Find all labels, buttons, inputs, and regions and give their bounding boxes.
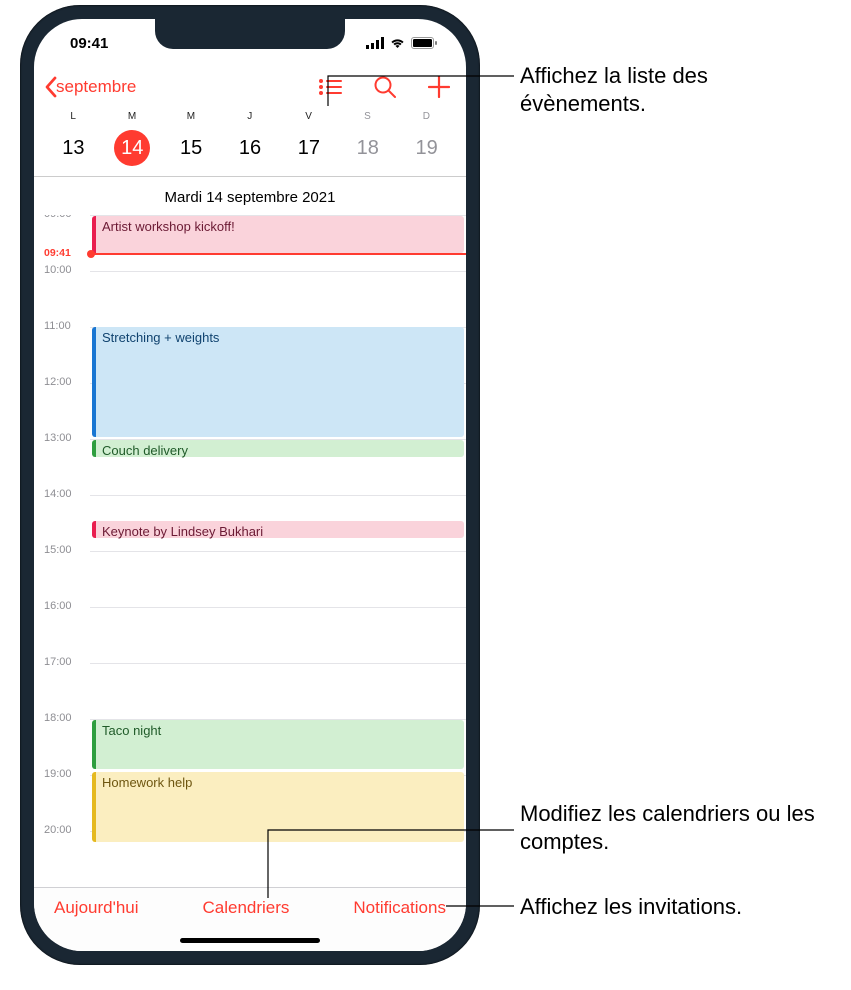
calendar-event[interactable]: Artist workshop kickoff! — [92, 216, 464, 253]
cellular-icon — [366, 37, 384, 49]
day-letter: L — [70, 111, 76, 122]
hour-label: 13:00 — [44, 432, 72, 444]
now-line — [90, 253, 466, 255]
nav-bar: septembre — [34, 67, 466, 107]
wifi-icon — [389, 37, 406, 49]
today-button[interactable]: Aujourd'hui — [54, 898, 139, 918]
week-header: L 13 M 14 M 15 J 16 V 17 S 18 D 19 — [34, 111, 466, 177]
day-column[interactable]: M 15 — [162, 111, 221, 166]
calendar-event[interactable]: Taco night — [92, 720, 464, 769]
callout-list-events: Affichez la liste des évènements. — [520, 62, 830, 117]
day-column[interactable]: J 16 — [221, 111, 280, 166]
phone-frame: 09:41 septembre — [20, 5, 480, 965]
search-icon[interactable] — [374, 76, 396, 98]
now-label: 09:41 — [44, 246, 71, 260]
list-icon[interactable] — [318, 78, 342, 96]
notch — [155, 19, 345, 49]
hour-line — [90, 495, 466, 496]
hour-line — [90, 607, 466, 608]
day-number: 18 — [350, 130, 386, 166]
hour-label: 14:00 — [44, 488, 72, 500]
status-time: 09:41 — [70, 35, 108, 52]
day-letter: D — [423, 111, 431, 122]
now-dot — [87, 250, 95, 258]
calendar-event[interactable]: Keynote by Lindsey Bukhari — [92, 521, 464, 538]
hour-label: 15:00 — [44, 544, 72, 556]
hour-label: 20:00 — [44, 824, 72, 836]
hour-line — [90, 663, 466, 664]
hour-label: 09:00 — [44, 215, 72, 220]
callout-inbox: Affichez les invitations. — [520, 893, 840, 921]
hour-line — [90, 271, 466, 272]
hour-row: 10:00 — [34, 271, 466, 327]
hour-label: 10:00 — [44, 264, 72, 276]
day-letter: S — [364, 111, 371, 122]
callout-calendars: Modifiez les calendriers ou les comptes. — [520, 800, 850, 855]
inbox-button[interactable]: Notifications — [353, 898, 446, 918]
day-number: 17 — [291, 130, 327, 166]
hour-label: 17:00 — [44, 656, 72, 668]
hour-label: 19:00 — [44, 768, 72, 780]
calendar-event[interactable]: Homework help — [92, 772, 464, 842]
date-label: Mardi 14 septembre 2021 — [34, 181, 466, 214]
home-indicator — [180, 938, 320, 943]
hour-label: 11:00 — [44, 320, 71, 332]
status-right — [366, 37, 438, 49]
back-label: septembre — [56, 77, 136, 97]
hour-label: 16:00 — [44, 600, 72, 612]
day-column[interactable]: V 17 — [279, 111, 338, 166]
hour-row: 16:00 — [34, 607, 466, 663]
add-icon[interactable] — [428, 76, 450, 98]
hour-label: 12:00 — [44, 376, 72, 388]
day-column[interactable]: L 13 — [44, 111, 103, 166]
day-column[interactable]: M 14 — [103, 111, 162, 166]
calendar-event[interactable]: Stretching + weights — [92, 327, 464, 437]
timeline[interactable]: 09:0010:0011:0012:0013:0014:0015:0016:00… — [34, 215, 466, 887]
hour-row: 15:00 — [34, 551, 466, 607]
day-letter: M — [187, 111, 196, 122]
day-number: 14 — [114, 130, 150, 166]
day-column[interactable]: D 19 — [397, 111, 456, 166]
day-letter: J — [247, 111, 253, 122]
hour-line — [90, 551, 466, 552]
day-number: 15 — [173, 130, 209, 166]
calendar-event[interactable]: Couch delivery — [92, 440, 464, 457]
battery-icon — [411, 37, 438, 49]
back-button[interactable]: septembre — [44, 76, 136, 98]
day-number: 13 — [55, 130, 91, 166]
hour-label: 18:00 — [44, 712, 72, 724]
day-column[interactable]: S 18 — [338, 111, 397, 166]
nav-icons — [318, 76, 450, 98]
day-letter: V — [305, 111, 312, 122]
day-letter: M — [128, 111, 137, 122]
day-number: 16 — [232, 130, 268, 166]
hour-row: 17:00 — [34, 663, 466, 719]
calendars-button[interactable]: Calendriers — [202, 898, 289, 918]
day-number: 19 — [409, 130, 445, 166]
screen: 09:41 septembre — [34, 19, 466, 951]
